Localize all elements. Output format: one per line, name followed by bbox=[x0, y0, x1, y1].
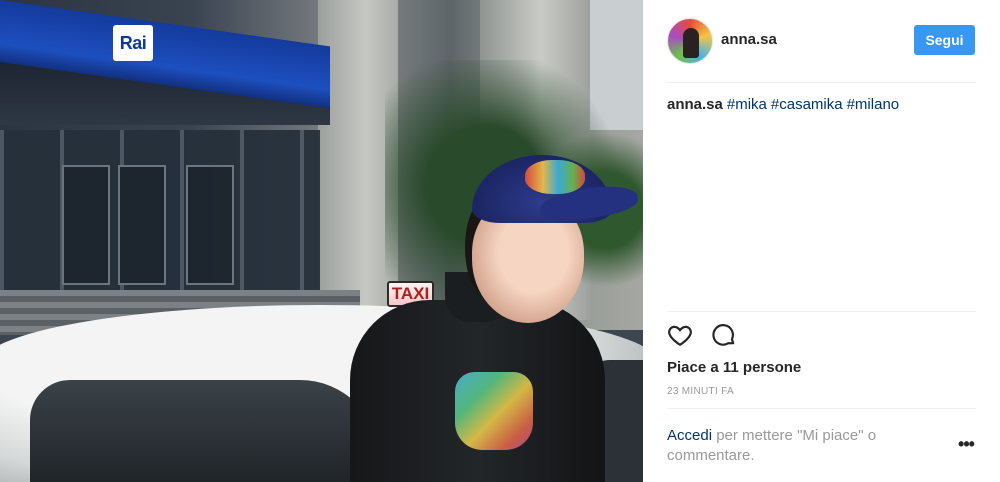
post-header: anna.sa Segui bbox=[643, 0, 1000, 82]
heart-outline-icon[interactable] bbox=[667, 322, 695, 350]
divider bbox=[667, 311, 976, 312]
login-prompt: Accedi per mettere "Mi piace" o commenta… bbox=[667, 426, 937, 466]
more-options-button[interactable]: ••• bbox=[955, 435, 977, 457]
post-timestamp: 23 MINUTI FA bbox=[667, 386, 734, 397]
glass-door bbox=[118, 165, 166, 285]
follow-button[interactable]: Segui bbox=[914, 25, 975, 55]
username-link[interactable]: anna.sa bbox=[721, 31, 777, 48]
glass-entrance bbox=[0, 130, 320, 300]
hashtag-link[interactable]: #casamika bbox=[771, 96, 843, 113]
caption-author-link[interactable]: anna.sa bbox=[667, 96, 723, 113]
glass-door bbox=[186, 165, 234, 285]
rai-logo: Rai bbox=[113, 25, 153, 61]
car-window bbox=[30, 380, 380, 482]
post-caption: anna.sa #mika #casamika #milano bbox=[667, 96, 977, 114]
divider bbox=[667, 408, 976, 409]
shirt-patch bbox=[455, 372, 533, 450]
post-photo[interactable]: Rai TAXI bbox=[0, 0, 643, 482]
divider bbox=[667, 82, 976, 83]
hashtag-link[interactable]: #milano bbox=[847, 96, 900, 113]
avatar[interactable] bbox=[667, 18, 713, 64]
post-side-panel: anna.sa Segui anna.sa #mika #casamika #mila… bbox=[643, 0, 1000, 482]
likes-count[interactable]: Piace a 11 persone bbox=[667, 359, 801, 376]
speech-bubble-icon[interactable] bbox=[711, 322, 739, 350]
hashtag-link[interactable]: #mika bbox=[727, 96, 767, 113]
login-link[interactable]: Accedi bbox=[667, 427, 712, 444]
glass-door bbox=[62, 165, 110, 285]
cap-patch bbox=[525, 160, 585, 194]
